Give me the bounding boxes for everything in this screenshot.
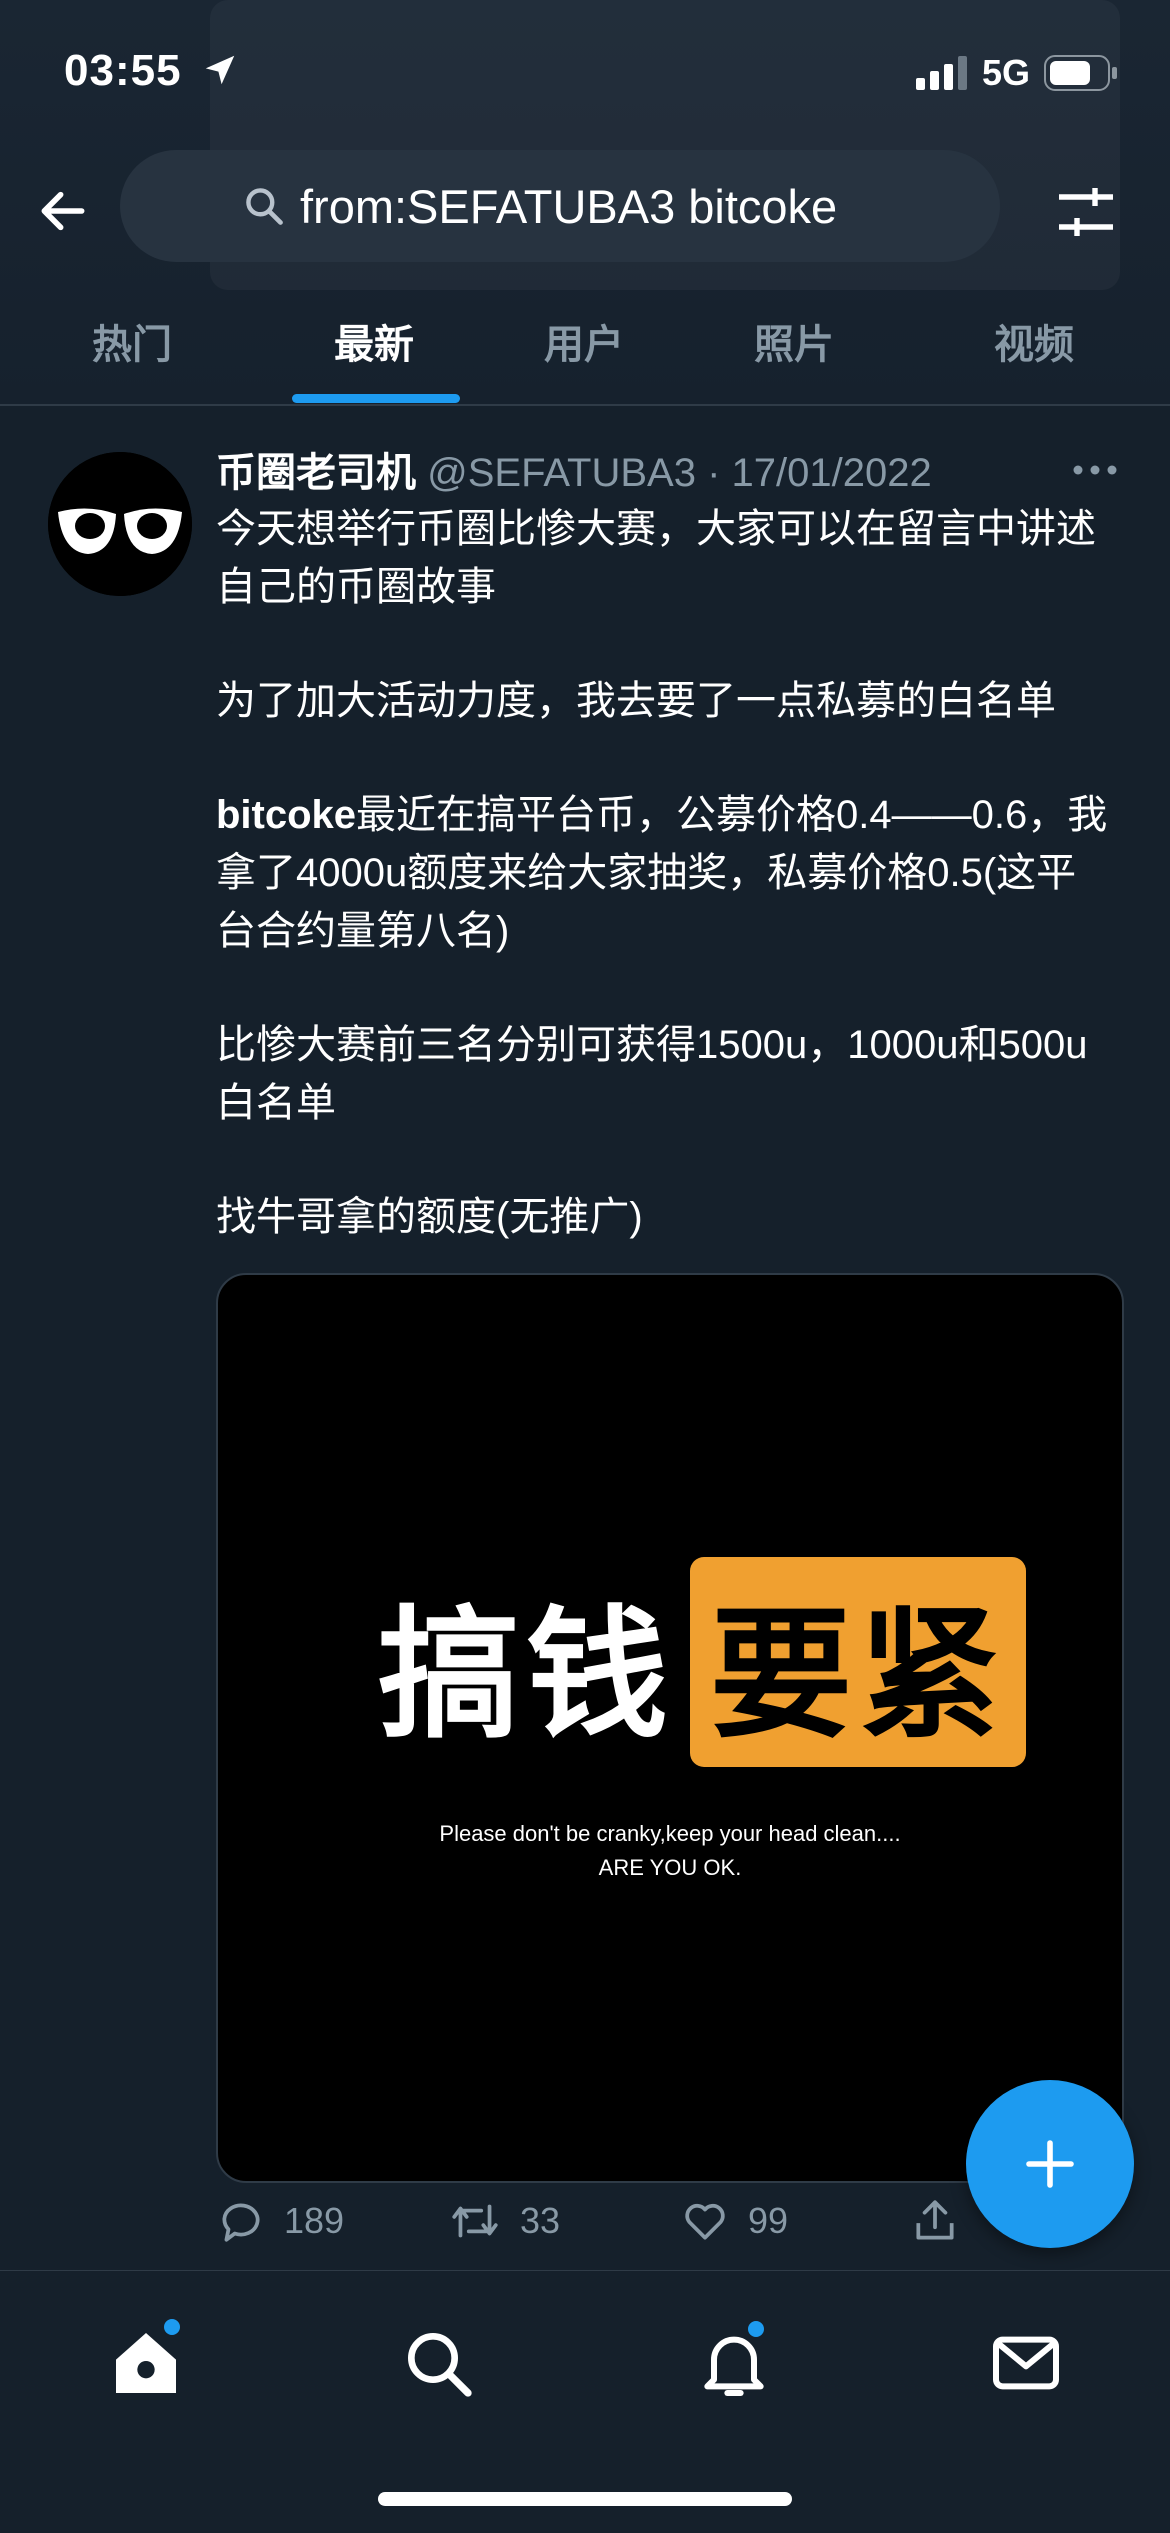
- share-icon: [916, 2200, 954, 2240]
- reply-count: 189: [284, 2200, 345, 2241]
- active-tab-indicator: [292, 394, 460, 403]
- signal-icon: [915, 56, 967, 90]
- tweet-text: 今天想举行币圈比惨大赛，大家可以在留言中讲述自己的币圈故事 为了加大活动力度，我…: [216, 500, 1116, 1302]
- search-icon: [408, 2333, 472, 2397]
- location-arrow-icon: [205, 55, 235, 85]
- sliders-icon: [1059, 188, 1113, 236]
- like-count: 99: [748, 2200, 789, 2241]
- display-name[interactable]: 币圈老司机: [216, 451, 416, 495]
- tweet-header: 币圈老司机 @SEFATUBA3 · 17/01/2022: [216, 440, 932, 498]
- tweet-paragraph-5: 找牛哥拿的额度(无推广): [216, 1195, 643, 1239]
- avatar[interactable]: [48, 452, 192, 596]
- image-subtitle-line-2: ARE YOU OK.: [598, 1855, 742, 1880]
- tweet-image[interactable]: 搞钱 要紧 Please don't be cranky,keep your h…: [216, 1273, 1124, 2183]
- plus-icon: [1026, 2140, 1074, 2188]
- mail-icon: [993, 2336, 1059, 2390]
- tab-latest[interactable]: 最新: [334, 312, 414, 370]
- status-time: 03:55: [64, 46, 239, 96]
- tab-photos[interactable]: 照片: [754, 312, 834, 370]
- home-icon: [116, 2333, 176, 2393]
- status-indicators: 5G: [915, 52, 1118, 94]
- search-query[interactable]: from:SEFATUBA3 bitcoke: [300, 179, 837, 234]
- nav-messages[interactable]: [986, 2323, 1066, 2403]
- back-button[interactable]: [28, 176, 98, 246]
- tweet-paragraph-4: 比惨大赛前三名分别可获得1500u，1000u和500u白名单: [216, 1023, 1088, 1125]
- status-time-text: 03:55: [64, 46, 182, 95]
- search-bar[interactable]: from:SEFATUBA3 bitcoke: [120, 150, 1000, 262]
- tweet-paragraph-2: 为了加大活动力度，我去要了一点私募的白名单: [216, 679, 1056, 723]
- arrow-left-icon: [41, 191, 85, 231]
- tab-top[interactable]: 热门: [92, 312, 172, 370]
- filter-button[interactable]: [1050, 176, 1122, 248]
- image-title-box: 要紧: [690, 1557, 1026, 1767]
- compose-tweet-button[interactable]: [966, 2080, 1134, 2248]
- notifications-dot: [748, 2321, 764, 2337]
- tweet-paragraph-3: bitcoke最近在搞平台币，公募价格0.4——0.6，我拿了4000u额度来给…: [216, 786, 1116, 960]
- reply-button[interactable]: 189: [216, 2196, 344, 2246]
- bell-icon: [704, 2336, 764, 2396]
- image-title-white: 搞钱: [378, 1593, 674, 1758]
- tab-videos[interactable]: 视频: [994, 312, 1074, 370]
- comment-icon: [222, 2203, 260, 2242]
- tab-people[interactable]: 用户: [544, 312, 624, 370]
- network-label: 5G: [981, 52, 1030, 93]
- search-tabs: 热门 最新 用户 照片 视频: [0, 300, 1170, 404]
- retweet-icon: [452, 2204, 498, 2238]
- image-subtitle: Please don't be cranky,keep your head cl…: [218, 1817, 1122, 1885]
- image-title: 搞钱 要紧: [378, 1557, 1026, 1767]
- share-button[interactable]: [910, 2196, 960, 2246]
- nav-notifications[interactable]: [694, 2321, 774, 2403]
- retweet-button[interactable]: 33: [448, 2196, 560, 2246]
- nav-explore[interactable]: [398, 2323, 478, 2403]
- more-options-button[interactable]: [1070, 460, 1120, 480]
- battery-icon: [1044, 55, 1117, 91]
- search-icon: [246, 188, 283, 225]
- like-button[interactable]: 99: [680, 2196, 788, 2246]
- retweet-count: 33: [520, 2200, 561, 2241]
- tweet-paragraph-1: 今天想举行币圈比惨大赛，大家可以在留言中讲述自己的币圈故事: [216, 507, 1096, 609]
- heart-icon: [685, 2203, 725, 2240]
- more-dots-icon: [1073, 465, 1117, 475]
- nav-home[interactable]: [106, 2319, 186, 2403]
- image-title-boxed: 要紧: [710, 1593, 1006, 1758]
- home-notification-dot: [164, 2319, 180, 2335]
- avatar-eyes-image: [48, 452, 192, 596]
- tweet-actions: 189 33 99: [216, 2196, 976, 2260]
- handle-and-date: @SEFATUBA3 · 17/01/2022: [427, 451, 932, 495]
- image-subtitle-line-1: Please don't be cranky,keep your head cl…: [439, 1821, 901, 1846]
- tabs-divider: [0, 404, 1170, 406]
- highlighted-keyword: bitcoke: [216, 793, 357, 837]
- home-indicator: [378, 2492, 792, 2506]
